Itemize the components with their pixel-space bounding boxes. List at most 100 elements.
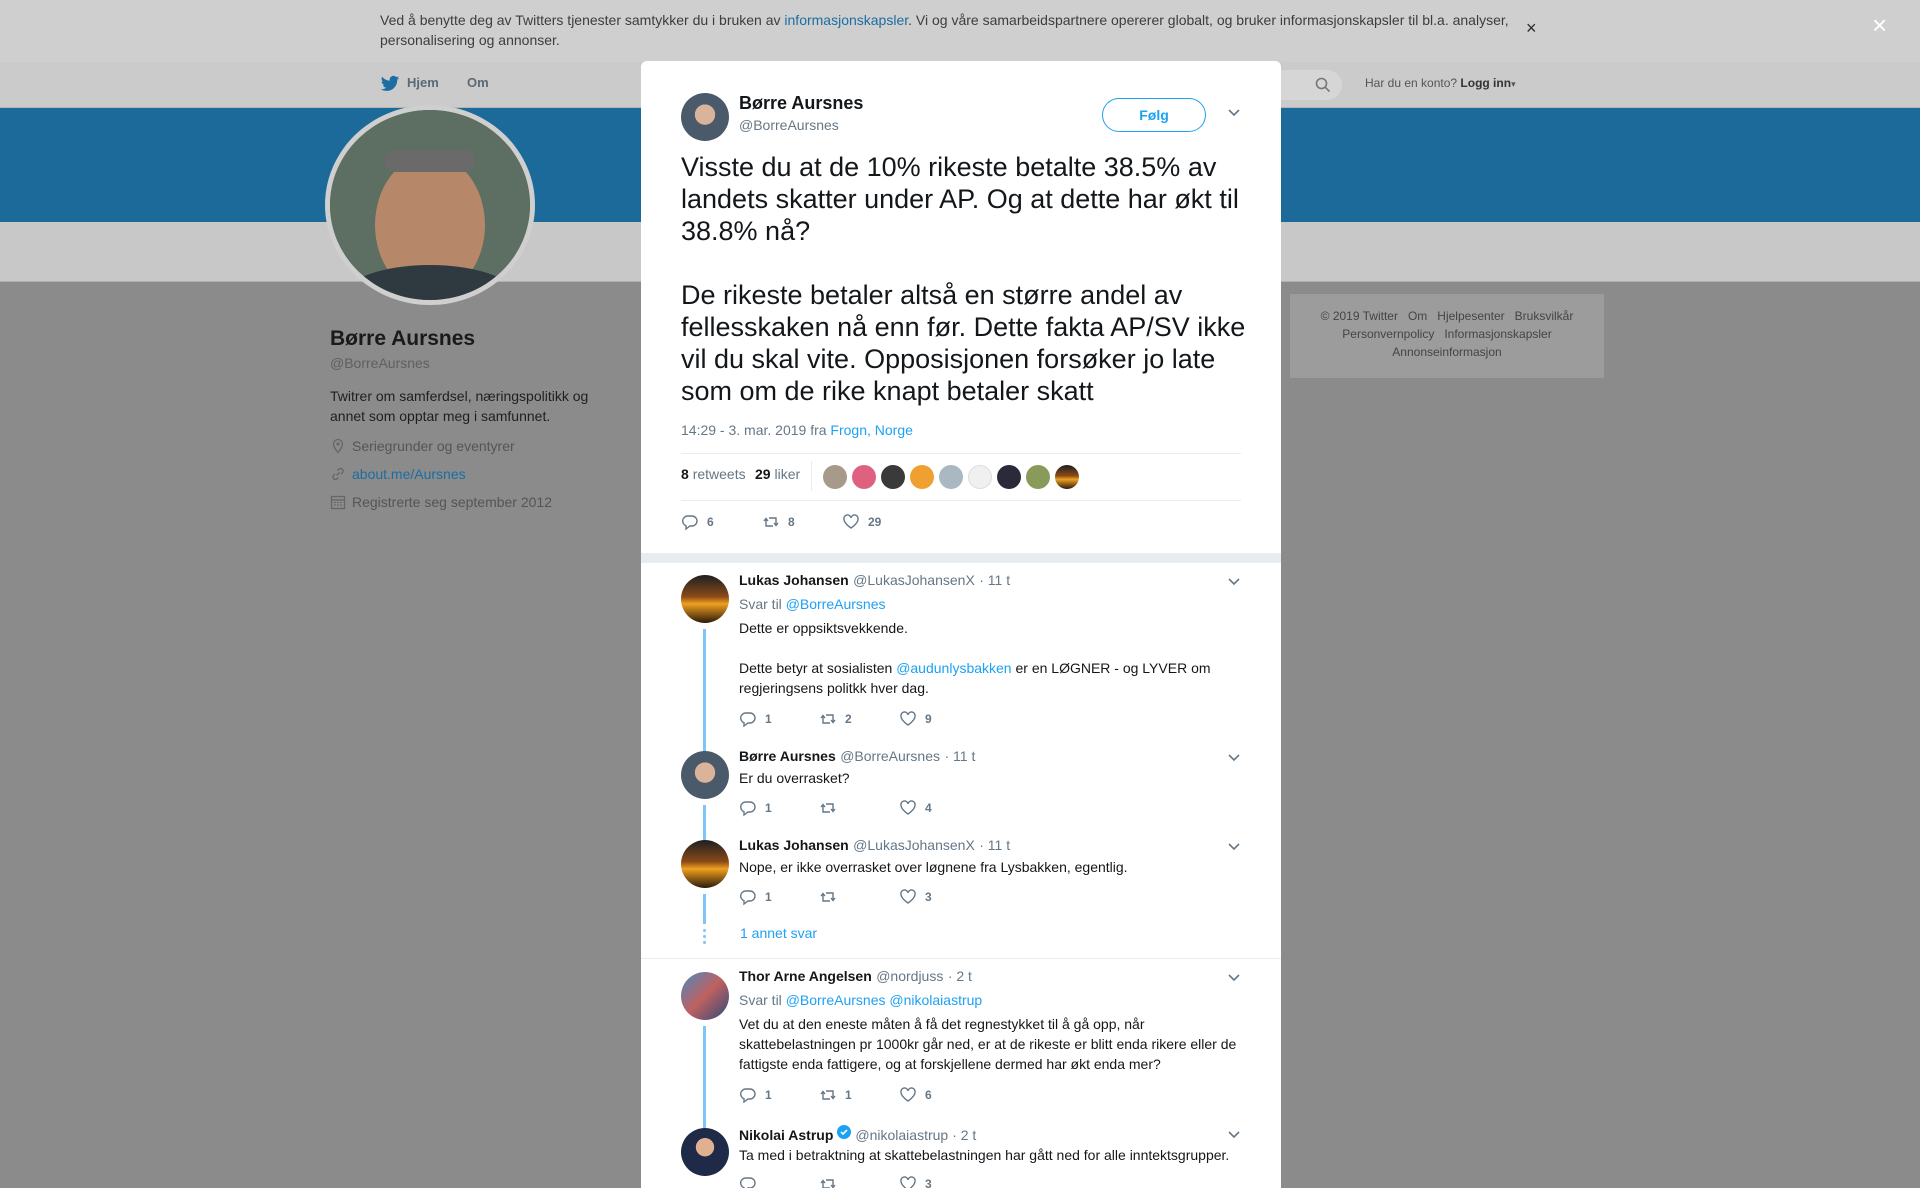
tweet-author-avatar[interactable] [681,93,729,141]
retweet-icon [820,803,836,813]
footer-links[interactable]: © 2019 Twitter Om Hjelpesenter Bruksvilk… [1300,307,1594,361]
reply-avatar[interactable] [681,1128,729,1176]
reply-to-mention[interactable]: @BorreAursnes @nikolaiastrup [786,992,983,1008]
chevron-down-icon[interactable] [1227,574,1241,593]
profile-handle: @BorreAursnes [330,355,430,371]
retweet-stats[interactable]: 8 retweets [681,466,746,482]
liker-avatar[interactable] [852,465,876,489]
reply-author-handle[interactable]: @LukasJohansenX [853,837,975,853]
reply-button[interactable]: 1 [739,888,772,906]
cookie-policy-link[interactable]: informasjonskapsler [784,12,908,28]
liker-avatar[interactable] [823,465,847,489]
like-stats[interactable]: 29 liker [755,466,800,482]
tweet-modal: Børre Aursnes @BorreAursnes Følg Visste … [641,61,1281,1188]
tweet-text-paragraph-2: De rikeste betaler altså en større andel… [681,280,1246,406]
calendar-icon [330,494,346,510]
like-button[interactable]: 3 [899,1175,932,1188]
twitter-bird-icon[interactable] [380,75,400,93]
liker-avatar[interactable] [997,465,1021,489]
retweet-icon [820,1179,836,1188]
tweet-text-paragraph-1: Visste du at de 10% rikeste betalte 38.5… [681,152,1239,246]
thread-line [703,894,706,924]
overlay-close-button[interactable]: × [1872,12,1887,38]
like-button[interactable]: 6 [899,1086,932,1104]
retweet-button[interactable]: 8 [762,513,795,531]
like-button[interactable]: 29 [842,513,881,531]
reply-button[interactable] [739,1175,765,1188]
liker-avatars [823,465,1079,489]
search-icon[interactable] [1315,77,1331,98]
retweet-button[interactable]: 2 [819,710,852,728]
reply-avatar[interactable] [681,840,729,888]
reply-icon [740,712,756,728]
tweet-location-link[interactable]: Frogn, Norge [830,422,912,438]
nav-about[interactable]: Om [467,75,489,90]
liker-avatar[interactable] [968,465,992,489]
tweet-author-name[interactable]: Børre Aursnes [739,93,863,114]
profile-avatar[interactable] [325,105,535,305]
reply-author-name[interactable]: Thor Arne Angelsen [739,968,872,984]
cookie-close-button[interactable]: × [1526,18,1537,39]
retweet-button[interactable] [819,888,845,906]
profile-joined-row: Registrerte seg september 2012 [330,494,552,510]
tweet-timestamp-row: 14:29 - 3. mar. 2019 fra Frogn, Norge [681,422,913,438]
reply-button[interactable]: 1 [739,1086,772,1104]
chevron-down-icon[interactable] [1227,105,1241,122]
liker-avatar[interactable] [1026,465,1050,489]
reply-time[interactable]: · 2 t [948,968,972,984]
profile-location-row: Seriegrunder og eventyrer [330,438,515,454]
reply-button[interactable]: 1 [739,799,772,817]
liker-avatar[interactable] [910,465,934,489]
footer-line-2[interactable]: Personvernpolicy Informasjonskapsler [1300,325,1594,343]
reply-author-handle[interactable]: @BorreAursnes [840,748,940,764]
reply-author-name[interactable]: Børre Aursnes [739,748,836,764]
liker-avatar[interactable] [881,465,905,489]
reply-icon [740,801,756,817]
mention-link[interactable]: @audunlysbakken [896,660,1011,676]
reply-avatar[interactable] [681,575,729,623]
retweet-icon [820,892,836,902]
reply-time[interactable]: · 11 t [944,748,975,764]
reply-button[interactable]: 6 [681,513,714,531]
retweet-button[interactable]: 1 [819,1086,852,1104]
reply-to-mention[interactable]: @BorreAursnes [786,596,886,612]
reply-avatar[interactable] [681,751,729,799]
reply-time[interactable]: · 11 t [979,572,1010,588]
like-button[interactable]: 4 [899,799,932,817]
reply-author-handle[interactable]: @nordjuss [876,968,943,984]
retweet-button[interactable] [819,799,845,817]
reply-author-name[interactable]: Nikolai Astrup [739,1127,833,1143]
reply-author-name[interactable]: Lukas Johansen [739,572,849,588]
like-label: liker [774,466,801,482]
heart-icon [843,514,859,529]
like-button[interactable]: 3 [899,888,932,906]
like-button[interactable]: 9 [899,710,932,728]
reply-author-name[interactable]: Lukas Johansen [739,837,849,853]
nav-home[interactable]: Hjem [407,75,439,90]
footer-line-3[interactable]: Annonseinformasjon [1300,343,1594,361]
chevron-down-icon[interactable] [1227,1127,1241,1146]
liker-avatar[interactable] [1055,465,1079,489]
chevron-down-icon[interactable] [1227,970,1241,989]
login-area[interactable]: Har du en konto? Logg inn▾ [1365,76,1516,90]
reply-avatar[interactable] [681,972,729,1020]
retweet-button[interactable] [819,1175,845,1188]
reply-time[interactable]: · 2 t [952,1127,976,1143]
tweet-author-handle[interactable]: @BorreAursnes [739,117,839,133]
chevron-down-icon[interactable] [1227,839,1241,858]
profile-website-link[interactable]: about.me/Aursnes [352,466,466,482]
show-more-replies-link[interactable]: 1 annet svar [740,925,817,941]
reply-author-handle[interactable]: @nikolaiastrup [855,1127,948,1143]
retweet-icon [763,517,779,527]
reply-count: 1 [765,1088,772,1102]
follow-button[interactable]: Følg [1102,98,1206,132]
chevron-down-icon[interactable] [1227,750,1241,769]
reply-author-handle[interactable]: @LukasJohansenX [853,572,975,588]
footer-line-1[interactable]: © 2019 Twitter Om Hjelpesenter Bruksvilk… [1300,307,1594,325]
reply-button[interactable]: 1 [739,710,772,728]
heart-icon [900,889,916,904]
login-link[interactable]: Logg inn [1460,76,1511,90]
liker-avatar[interactable] [939,465,963,489]
tweet-timestamp[interactable]: 14:29 - 3. mar. 2019 fra [681,422,830,438]
reply-time[interactable]: · 11 t [979,837,1010,853]
